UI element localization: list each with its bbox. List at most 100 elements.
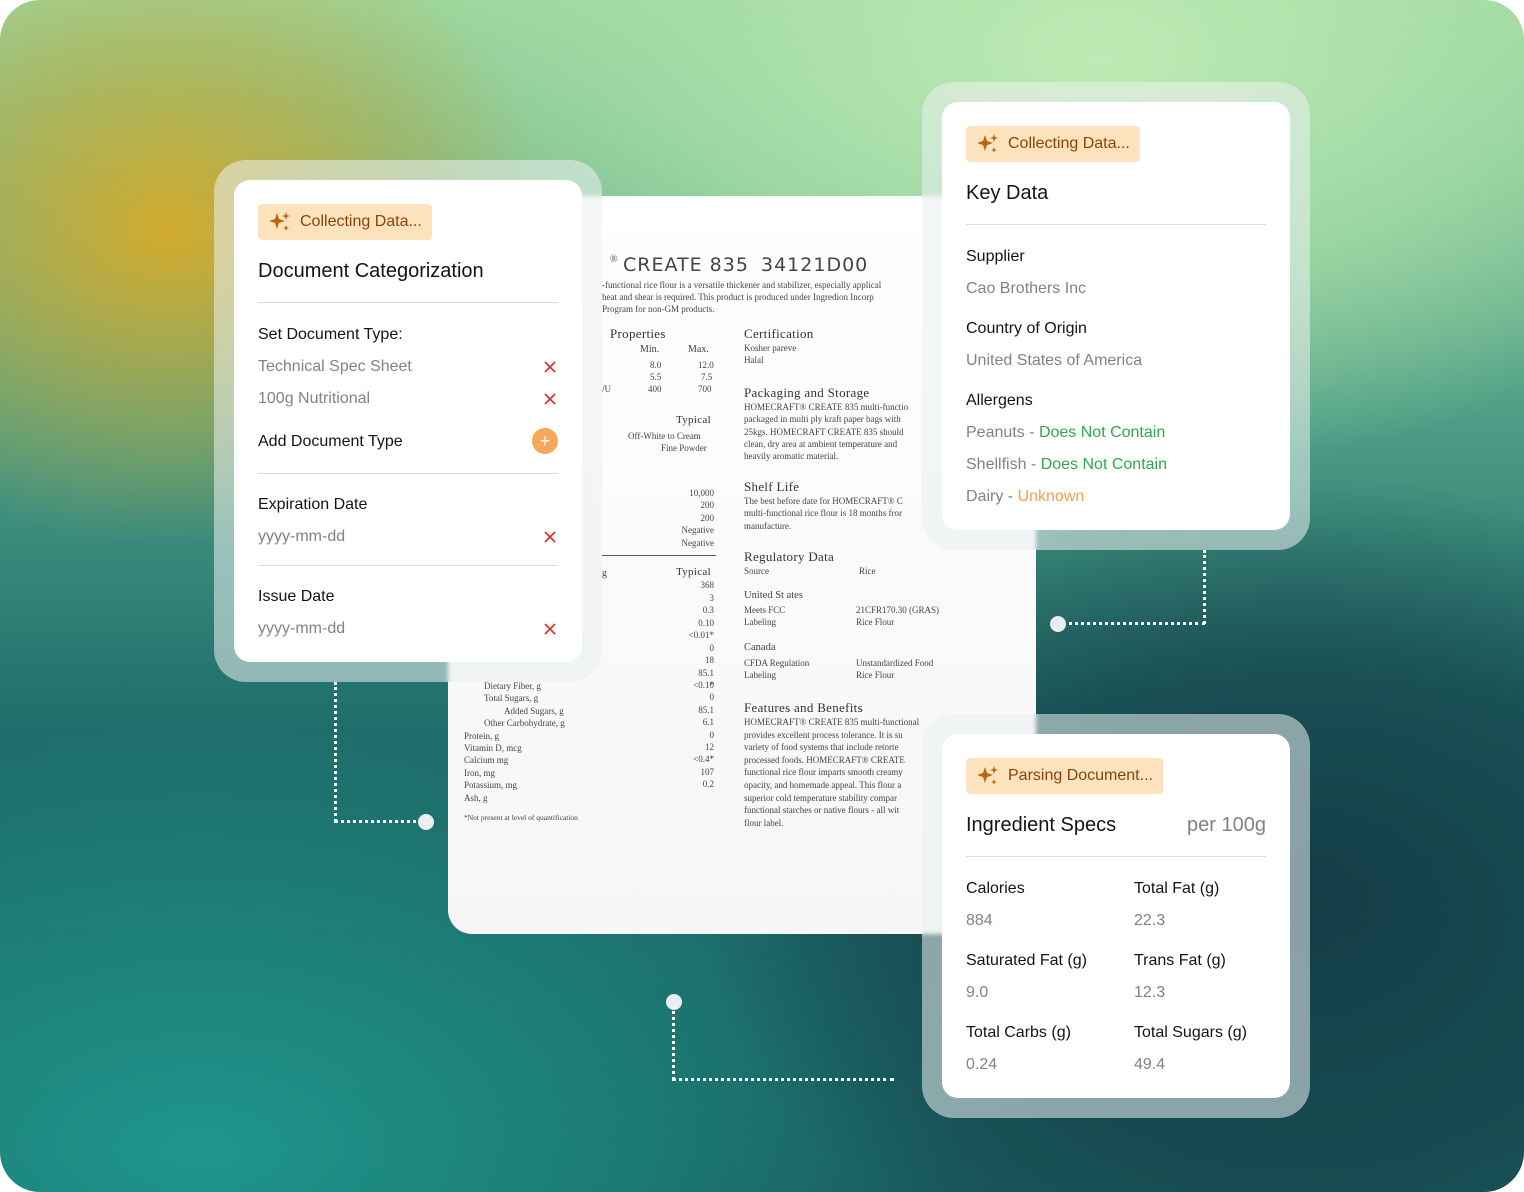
nutrition-row-value: 0 [709,729,715,740]
allergen-row: Shellfish - Does Not Contain [966,456,1167,474]
packaging-heading: Packaging and Storage [744,385,870,400]
origin-value: United States of America [966,352,1143,369]
document-text-line: processed foods. HOMECRAFT® CREATE [744,754,905,765]
card-title: Key Data [966,182,1049,204]
document-value: 0.10 [698,617,714,628]
document-text-line: variety of food systems that include ret… [744,742,899,753]
status-badge: Parsing Document... [966,758,1163,794]
document-value: 368 [700,580,715,590]
add-document-type-label[interactable]: Add Document Type [258,433,403,451]
document-text-line: manufacture. [744,520,792,531]
spec-label: Total Carbs (g) [966,1024,1071,1041]
nutrition-row-value: 107 [700,766,715,777]
reg-value: Unstandardized Food [856,658,934,668]
allergen-name: Shellfish [966,456,1027,473]
table-rule [602,555,716,556]
issue-date-field[interactable]: yyyy-mm-dd [258,620,345,638]
card-title: Document Categorization [258,260,484,282]
divider [966,224,1266,225]
document-value: 85.1 [698,667,714,678]
status-badge: Collecting Data... [966,126,1140,162]
nutrition-row-label: Added Sugars, g [504,705,564,716]
reg-label: Labeling [744,670,776,680]
nutrition-row-label: Potassium, mg [464,780,518,791]
card-title: Ingredient Specs [966,814,1117,836]
document-value: 0.3 [702,605,714,615]
document-value: <0.01* [688,630,714,640]
spec-label: Calories [966,880,1025,897]
key-data-card: Collecting Data... Key Data Supplier Cao… [942,102,1290,530]
property-min: 8.0 [650,360,662,370]
sparkle-icon [269,212,290,231]
expiration-date-label: Expiration Date [258,496,368,513]
document-value: 10,000 [689,488,714,498]
document-text-line: superior cold temperature stability comp… [744,792,897,803]
clear-issue-date-button[interactable] [544,623,556,635]
property-min: 5.5 [650,372,662,382]
certification-line: Kosher pareve [744,343,797,353]
connector-dot [418,814,434,830]
document-text-line: flour label. [744,817,784,828]
document-value: 200 [700,512,715,523]
document-value: Negative [681,525,714,536]
connector-bottom-horizontal [672,1078,894,1081]
separator: - [1026,456,1041,473]
nutrition-row-label: Iron, mg [464,767,495,778]
connector-left-horizontal [334,820,424,823]
remove-type-button[interactable] [544,393,556,405]
document-value: Negative [681,537,714,548]
reg-value: 21CFR170.30 (GRAS) [856,605,940,615]
document-value: 0 [709,642,715,653]
document-text-line: provides excellent process tolerance. It… [744,729,903,740]
min-label: Min. [640,344,660,355]
spec-value: 9.0 [966,984,989,1001]
supplier-label: Supplier [966,248,1025,265]
reg-label: Labeling [744,617,776,627]
allergens-label: Allergens [966,392,1033,409]
allergen-status: Does Not Contain [1040,456,1167,473]
spec-label: Saturated Fat (g) [966,952,1087,969]
remove-type-button[interactable] [544,361,556,373]
badge-label: Collecting Data... [300,213,422,230]
sparkle-icon [977,134,998,153]
categorization-card: Collecting Data... Document Categorizati… [234,180,582,662]
nutrition-row-label: Vitamin D, mcg [464,743,522,753]
typical-label: Typical [676,414,711,426]
document-title: CREATE 835 [623,254,749,276]
document-text-line: 25kgs. HOMECRAFT CREATE 835 should [744,426,904,437]
document-value: 200 [700,500,715,511]
document-value: 18 [705,655,714,665]
expiration-date-field[interactable]: yyyy-mm-dd [258,528,345,546]
spec-value: 884 [966,912,993,929]
issue-date-label: Issue Date [258,588,335,605]
set-type-label: Set Document Type: [258,326,403,343]
status-badge: Collecting Data... [258,204,432,240]
document-text-line: The best before date for HOMECRAFT® C [744,496,903,506]
canada-heading: Canada [744,642,776,653]
allergen-name: Dairy [966,488,1004,505]
connector-right-vertical [1203,550,1206,624]
source-value: Rice [859,566,876,576]
document-type-value: 100g Nutritional [258,390,371,407]
spec-value: 22.3 [1134,912,1166,929]
max-label: Max. [688,344,709,355]
spec-label: Total Sugars (g) [1134,1024,1247,1041]
unit-label: per 100g [1187,814,1266,836]
plus-icon[interactable]: + [532,428,558,454]
background: ® CREATE 835 34121D00 -functional rice f… [0,0,1524,1192]
properties-heading: Properties [610,326,666,341]
nutrition-row-label: Protein, g [464,730,499,741]
nutrition-row-value: 6.1 [702,717,714,728]
property-min: 400 [648,384,662,394]
nutrition-row-value: 85.1 [698,704,714,715]
divider [966,856,1266,857]
source-label: Source [744,566,769,576]
allergen-name: Peanuts [966,424,1025,441]
connector-bottom-vertical [672,1004,675,1080]
clear-expiration-button[interactable] [544,531,556,543]
allergen-row: Dairy - Unknown [966,488,1084,506]
connector-dot [1050,616,1066,632]
reg-value: Rice Flour [856,670,895,680]
shelf-life-heading: Shelf Life [744,479,800,494]
spec-value: 0.24 [966,1056,998,1073]
